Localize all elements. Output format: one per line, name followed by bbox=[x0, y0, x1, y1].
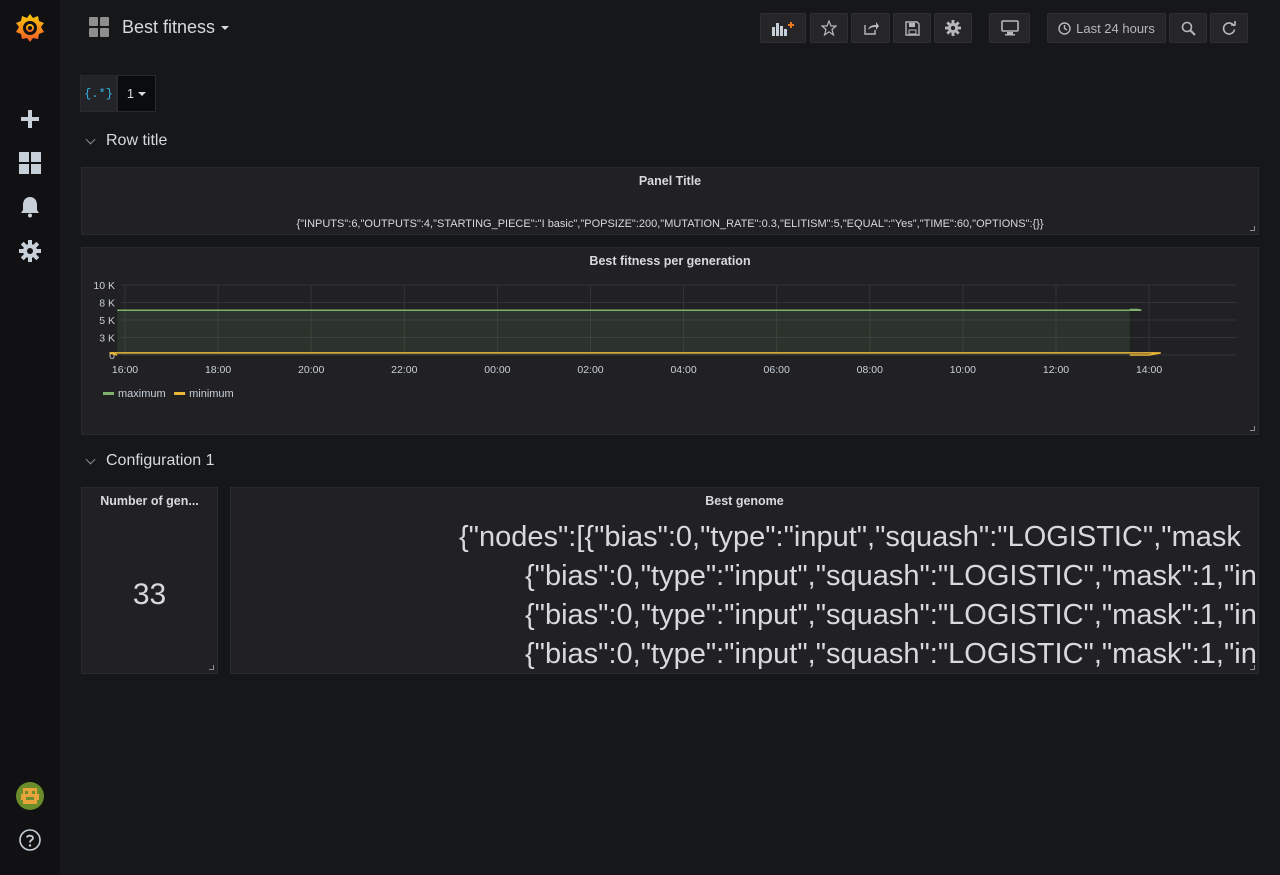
x-tick-label: 02:00 bbox=[577, 364, 603, 376]
side-menu bbox=[0, 0, 60, 875]
time-range-label: Last 24 hours bbox=[1076, 20, 1155, 36]
y-tick-label: 3 K bbox=[99, 333, 115, 345]
caret-down-icon bbox=[138, 91, 147, 96]
row-header-configuration-1[interactable]: Configuration 1 bbox=[84, 450, 215, 472]
x-tick-label: 12:00 bbox=[1043, 364, 1069, 376]
x-tick-label: 14:00 bbox=[1136, 364, 1162, 376]
variable-label: {.*} bbox=[80, 75, 117, 112]
legend-swatch-maximum bbox=[103, 392, 114, 395]
fitness-line-chart[interactable]: 0 3 K 5 K 8 K 10 K 16:00 18:00 20:00 22:00 00:00 0… bbox=[82, 248, 1259, 435]
text-panel-content: {"INPUTS":6,"OUTPUTS":4,"STARTING_PIECE"… bbox=[296, 218, 1044, 230]
x-tick-label: 06:00 bbox=[764, 364, 790, 376]
legend-swatch-minimum bbox=[174, 392, 186, 395]
refresh-button[interactable] bbox=[1210, 13, 1248, 43]
add-panel-button[interactable] bbox=[760, 13, 806, 43]
dashboard-grid-icon bbox=[89, 17, 110, 43]
text-panel: Panel Title {"INPUTS":6,"OUTPUTS":4,"STA… bbox=[81, 167, 1259, 235]
save-icon bbox=[904, 20, 920, 36]
x-tick-label: 04:00 bbox=[670, 364, 696, 376]
panel-resize-handle[interactable] bbox=[1250, 226, 1255, 231]
panel-title[interactable]: Panel Title bbox=[82, 174, 1258, 188]
graph-panel: Best fitness per generation 03 K5 K8 K 10… bbox=[81, 247, 1259, 435]
panel-resize-handle[interactable] bbox=[1250, 665, 1255, 670]
user-avatar[interactable] bbox=[0, 774, 60, 818]
star-icon bbox=[821, 20, 837, 36]
variable-value-dropdown[interactable]: 1 bbox=[117, 75, 156, 112]
stat-value: 33 bbox=[132, 578, 167, 611]
settings-gear-icon bbox=[945, 20, 961, 36]
genome-text-line: {"bias":0,"type":"input","squash":"LOGIS… bbox=[525, 638, 1257, 670]
add-panel-icon bbox=[772, 22, 794, 36]
stat-panel: Number of gen... 33 bbox=[81, 487, 218, 674]
dashboard-navbar: Best fitness Last 24 hours bbox=[60, 0, 1280, 56]
dashboards-icon[interactable] bbox=[0, 141, 60, 185]
refresh-icon bbox=[1222, 21, 1236, 35]
time-range-picker-button[interactable]: Last 24 hours bbox=[1047, 13, 1166, 43]
star-dashboard-button[interactable] bbox=[810, 13, 848, 43]
caret-down-icon bbox=[221, 26, 230, 31]
chevron-down-icon bbox=[85, 134, 96, 144]
x-tick-label: 16:00 bbox=[112, 364, 138, 376]
x-tick-label: 08:00 bbox=[857, 364, 883, 376]
genome-text-line: {"nodes":[{"bias":0,"type":"input","squa… bbox=[459, 521, 1241, 553]
x-tick-label: 00:00 bbox=[484, 364, 510, 376]
x-tick-label: 22:00 bbox=[391, 364, 417, 376]
alerting-bell-icon[interactable] bbox=[0, 185, 60, 229]
series-area-maximum bbox=[117, 309, 1142, 355]
chevron-down-icon bbox=[85, 454, 96, 464]
grafana-logo-icon[interactable] bbox=[0, 6, 60, 50]
panel-resize-handle[interactable] bbox=[209, 665, 214, 670]
configuration-gear-icon[interactable] bbox=[0, 229, 60, 273]
search-icon bbox=[1181, 21, 1196, 36]
y-tick-label: 10 K bbox=[93, 280, 115, 292]
create-plus-icon[interactable] bbox=[0, 97, 60, 141]
y-tick-label: 8 K bbox=[99, 298, 115, 310]
legend-label-maximum: maximum bbox=[118, 388, 166, 400]
view-mode-button[interactable] bbox=[989, 13, 1030, 43]
row-title: Row title bbox=[106, 132, 168, 149]
y-tick-label: 0 bbox=[109, 350, 115, 362]
zoom-out-button[interactable] bbox=[1169, 13, 1207, 43]
genome-panel: Best genome {"nodes":[{"bias":0,"type":"… bbox=[230, 487, 1259, 674]
x-tick-label: 18:00 bbox=[205, 364, 231, 376]
row-header-row-title[interactable]: Row title bbox=[84, 130, 167, 152]
genome-text-line: {"bias":0,"type":"input","squash":"LOGIS… bbox=[525, 599, 1257, 631]
genome-text-line: {"bias":0,"type":"input","squash":"LOGIS… bbox=[525, 560, 1257, 592]
help-icon[interactable] bbox=[0, 818, 60, 862]
variable-value: 1 bbox=[126, 86, 135, 101]
panel-resize-handle[interactable] bbox=[1250, 426, 1255, 431]
panel-title[interactable]: Best genome bbox=[231, 494, 1258, 508]
x-tick-label: 10:00 bbox=[950, 364, 976, 376]
dashboard-settings-button[interactable] bbox=[934, 13, 972, 43]
save-dashboard-button[interactable] bbox=[893, 13, 931, 43]
legend-label-minimum: minimum bbox=[189, 388, 234, 400]
y-tick-label: 5 K bbox=[99, 315, 115, 327]
dashboard-title-dropdown[interactable]: Best fitness bbox=[122, 17, 230, 38]
clock-icon bbox=[1058, 21, 1071, 35]
monitor-icon bbox=[1000, 20, 1019, 36]
panel-title[interactable]: Number of gen... bbox=[82, 494, 217, 508]
row-title: Configuration 1 bbox=[106, 452, 215, 469]
dashboard-title: Best fitness bbox=[122, 17, 216, 37]
share-dashboard-button[interactable] bbox=[851, 13, 890, 43]
series-line-maximum bbox=[117, 308, 1142, 311]
x-tick-label: 20:00 bbox=[298, 364, 324, 376]
share-icon bbox=[863, 22, 879, 35]
